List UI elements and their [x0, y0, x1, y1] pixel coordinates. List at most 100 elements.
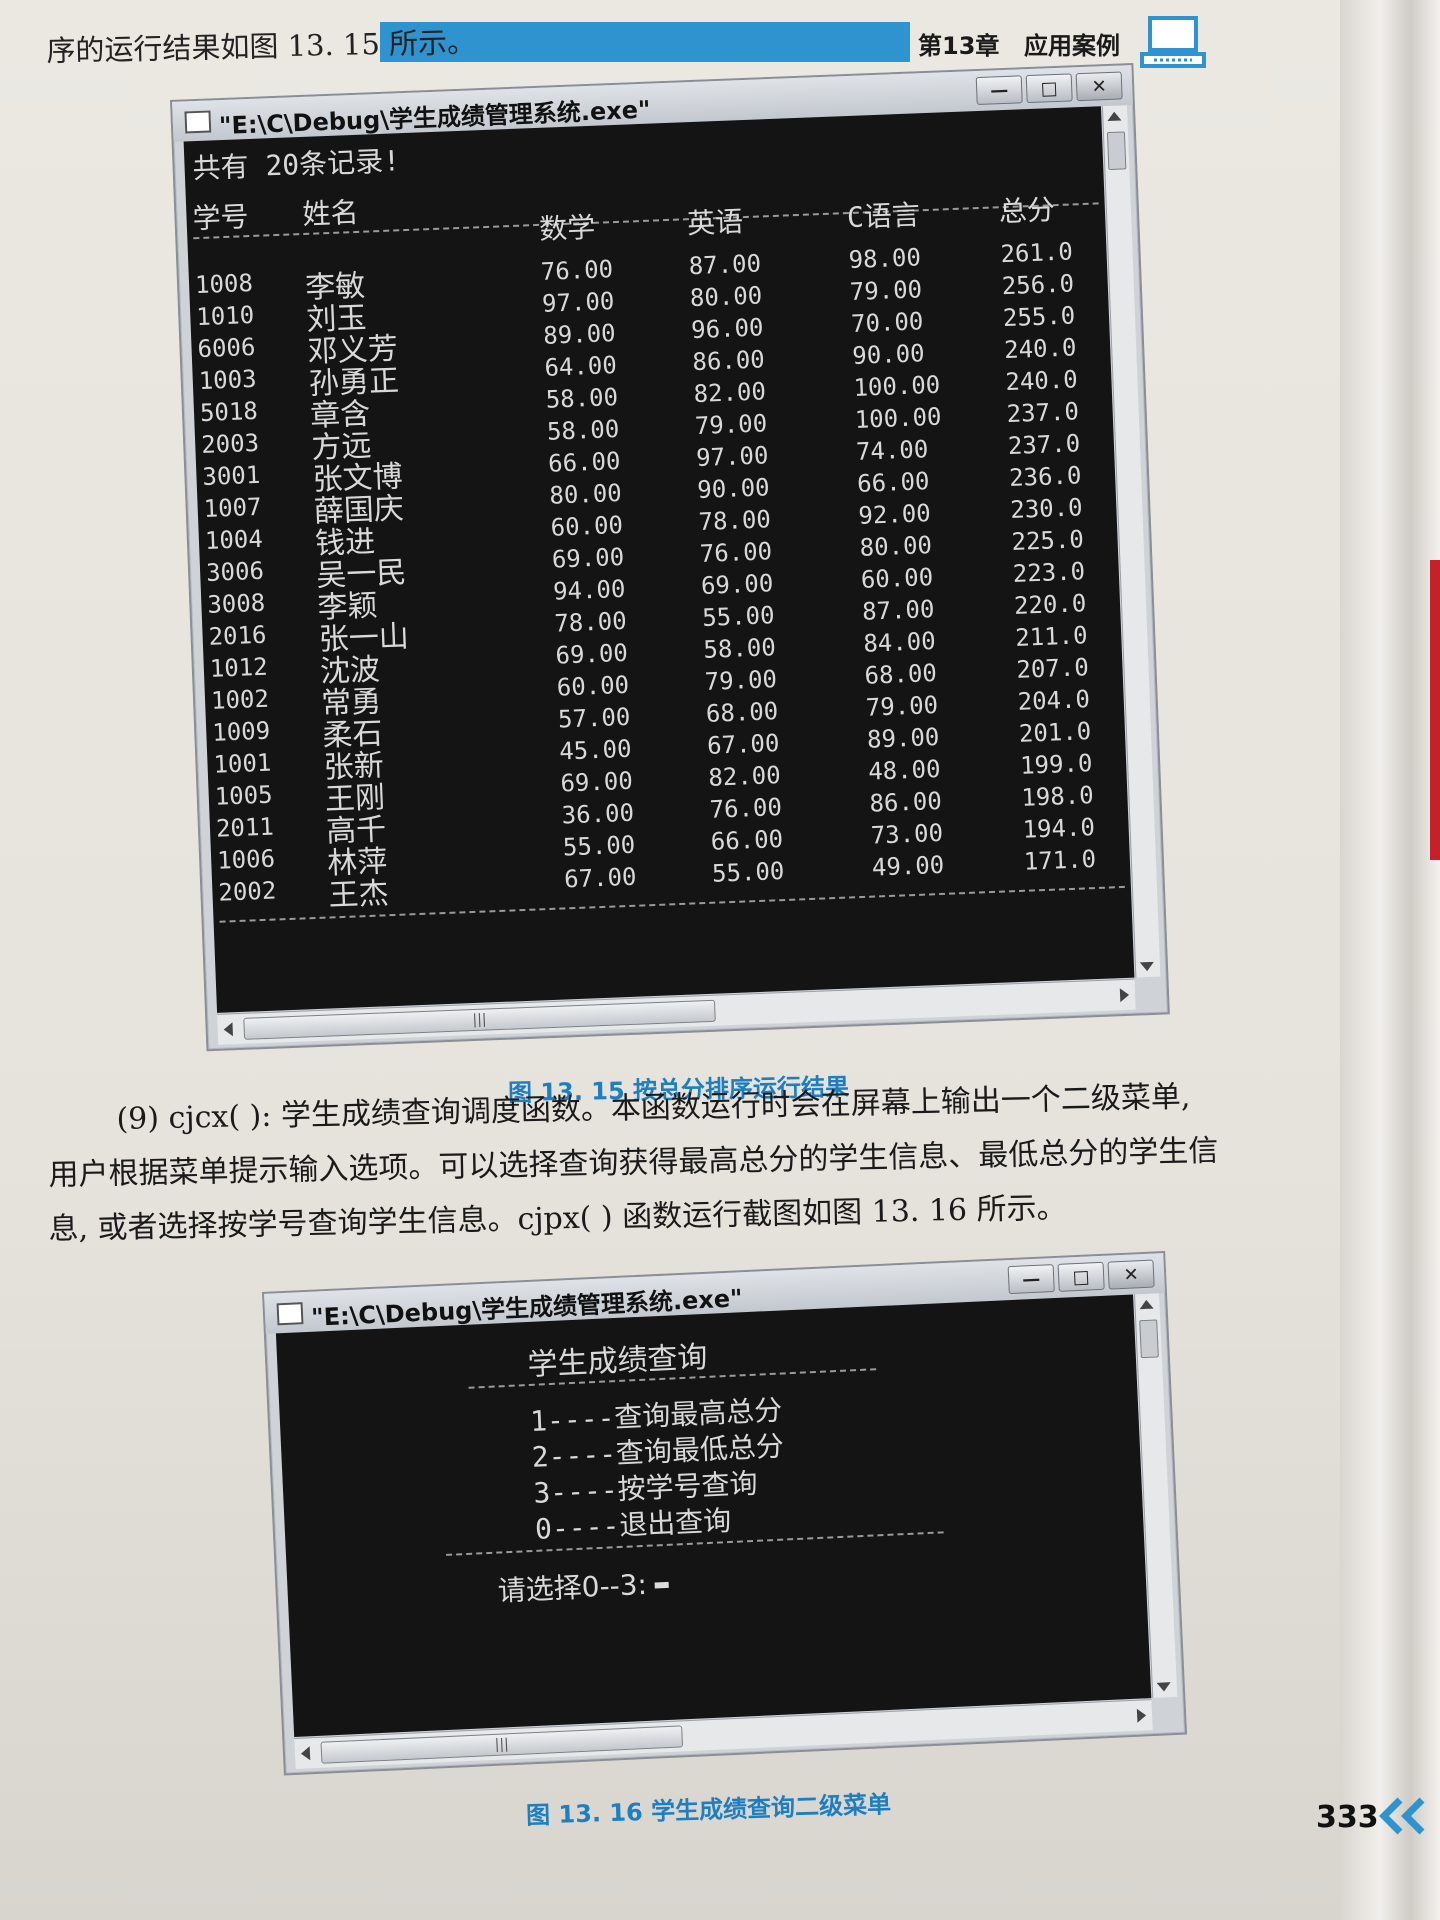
cell-c: 84.00 [862, 627, 937, 658]
cell-english: 82.00 [707, 761, 782, 792]
scroll-right-arrow-icon[interactable] [1136, 1708, 1147, 1723]
cell-total: 236.0 [1008, 461, 1082, 493]
cell-id: 1003 [198, 364, 258, 396]
cell-math: 80.00 [548, 478, 623, 510]
cell-c: 89.00 [866, 722, 940, 754]
scroll-up-arrow-icon[interactable] [1107, 111, 1122, 122]
cell-math: 69.00 [551, 542, 625, 574]
console-output[interactable]: 共有 20条记录! 学号 姓名 数学 英语 C语言 总分 1008 李敏 76.00… [183, 106, 1135, 1013]
cell-english: 68.00 [705, 697, 779, 728]
cell-english: 86.00 [691, 345, 766, 377]
cell-c: 66.00 [856, 467, 930, 498]
cell-total: 237.0 [1007, 429, 1081, 461]
cell-c: 100.00 [853, 370, 941, 402]
cell-total: 211.0 [1014, 621, 1089, 652]
maximize-button[interactable]: □ [1025, 73, 1073, 104]
cell-math: 97.00 [541, 287, 615, 318]
book-page: 第13章 应用案例 序的运行结果如图 13. 15 所示。 "E:\C\Debu… [0, 0, 1425, 1920]
cell-id: 3006 [205, 556, 265, 587]
selection-prompt[interactable]: 请选择0--3: [497, 1562, 670, 1610]
cell-english: 58.00 [702, 633, 777, 664]
cell-math: 67.00 [563, 862, 637, 894]
cell-c: 80.00 [859, 531, 933, 562]
cell-id: 3008 [206, 588, 266, 619]
cell-total: 194.0 [1022, 813, 1096, 844]
cell-total: 240.0 [1003, 333, 1077, 365]
cell-total: 199.0 [1019, 749, 1093, 780]
cell-math: 36.00 [561, 798, 635, 830]
scroll-down-arrow-icon[interactable] [1139, 961, 1155, 972]
column-header-total: 总分 [998, 193, 1056, 229]
column-header-math: 数学 [538, 210, 596, 246]
cell-id: 1006 [216, 844, 276, 875]
cell-c: 70.00 [850, 307, 924, 339]
vertical-scroll-thumb[interactable] [1106, 131, 1127, 171]
cell-math: 94.00 [552, 574, 626, 606]
cell-id: 2011 [215, 812, 275, 843]
column-header-c: C语言 [846, 198, 921, 235]
cell-c: 100.00 [854, 402, 942, 434]
column-header-name: 姓名 [301, 195, 360, 231]
cell-math: 58.00 [545, 383, 619, 414]
cell-id: 1009 [211, 716, 271, 747]
cell-id: 6006 [197, 332, 256, 364]
cell-id: 1012 [209, 652, 269, 683]
console-window-sort-results[interactable]: "E:\C\Debug\学生成绩管理系统.exe" — □ ✕ 共有 20条记录… [170, 62, 1170, 1052]
cell-math: 60.00 [550, 510, 624, 542]
scroll-right-arrow-icon[interactable] [1119, 987, 1130, 1003]
column-header-id: 学号 [191, 200, 250, 236]
cell-english: 87.00 [688, 249, 762, 281]
scroll-down-arrow-icon[interactable] [1156, 1682, 1172, 1692]
cell-total: 225.0 [1011, 525, 1085, 557]
close-button[interactable]: ✕ [1107, 1259, 1155, 1290]
minimize-button[interactable]: — [975, 75, 1023, 106]
cell-c: 79.00 [865, 690, 939, 722]
cell-english: 97.00 [695, 441, 769, 473]
cell-name: 王杰 [328, 876, 390, 914]
cell-math: 60.00 [556, 670, 630, 702]
cell-math: 89.00 [542, 319, 617, 350]
cell-math: 45.00 [558, 734, 633, 766]
cell-english: 55.00 [701, 601, 776, 632]
cell-english: 79.00 [694, 409, 768, 441]
table-body: 1008 李敏 76.00 87.00 98.00 261.0 1010 刘玉 97.00 80.… [189, 236, 1131, 914]
close-button[interactable]: ✕ [1075, 71, 1123, 102]
cell-total: 261.0 [999, 237, 1074, 269]
cell-id: 1007 [203, 492, 263, 523]
cell-id: 1008 [194, 268, 254, 300]
double-chevron-left-icon [1379, 1797, 1425, 1835]
cell-english: 90.00 [696, 473, 771, 505]
console-window-query-menu[interactable]: "E:\C\Debug\学生成绩管理系统.exe" — □ ✕ 学生成绩查询 1… [262, 1250, 1188, 1776]
cell-id: 3001 [201, 460, 261, 492]
record-count: 共有 20条记录! [192, 144, 401, 186]
console-output[interactable]: 学生成绩查询 1----查询最高总分 2----查询最低总分 3----按学号查… [275, 1294, 1152, 1737]
cell-english: 66.00 [710, 825, 784, 856]
cell-c: 79.00 [849, 275, 923, 307]
cell-id: 1004 [204, 524, 264, 555]
cell-english: 96.00 [690, 313, 764, 345]
cell-math: 57.00 [557, 702, 631, 734]
vertical-scroll-thumb[interactable] [1139, 1319, 1159, 1359]
cell-id: 5018 [199, 396, 259, 428]
cell-english: 78.00 [698, 505, 772, 537]
cell-total: 220.0 [1013, 589, 1087, 620]
cell-c: 73.00 [870, 818, 944, 850]
cell-total: 237.0 [1006, 397, 1080, 429]
book-page-edge [1340, 0, 1440, 1920]
page-number: 333 [1316, 1800, 1379, 1835]
cell-math: 66.00 [547, 446, 621, 478]
menu-item-exit[interactable]: 0----退出查询 [534, 1499, 732, 1548]
maximize-button[interactable]: □ [1057, 1261, 1105, 1292]
cell-total: 198.0 [1020, 781, 1095, 812]
cell-math: 69.00 [559, 766, 634, 798]
cell-total: 230.0 [1009, 493, 1084, 525]
window-controls: — □ ✕ [975, 71, 1123, 106]
scroll-left-arrow-icon[interactable] [300, 1746, 311, 1761]
cell-english: 76.00 [699, 537, 773, 568]
scroll-left-arrow-icon[interactable] [223, 1022, 233, 1037]
scroll-up-arrow-icon[interactable] [1139, 1299, 1154, 1310]
cell-total: 204.0 [1017, 685, 1091, 716]
minimize-button[interactable]: — [1007, 1264, 1055, 1295]
chapter-title: 应用案例 [1024, 32, 1120, 60]
cell-c: 49.00 [871, 850, 945, 882]
